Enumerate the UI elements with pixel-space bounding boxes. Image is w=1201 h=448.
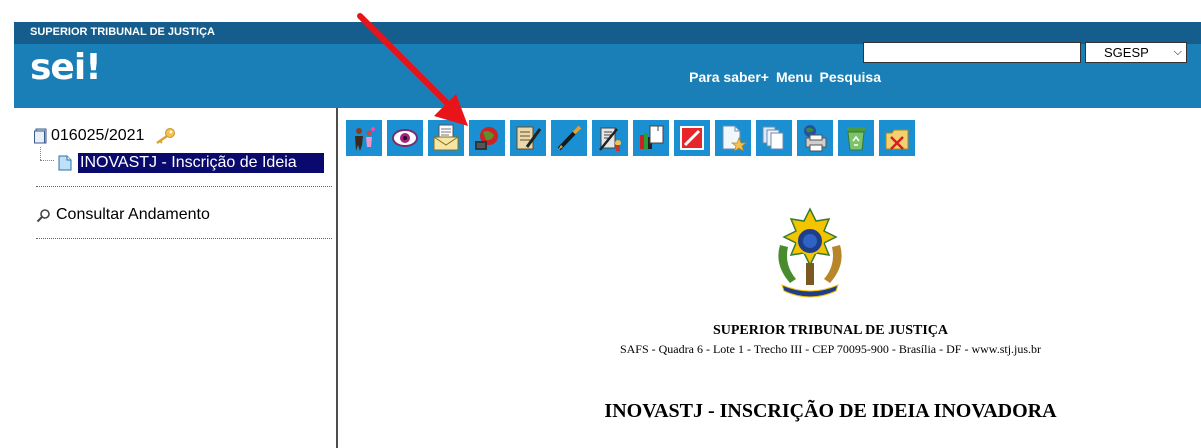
process-number: 016025/2021 (51, 127, 145, 144)
logo-mark: ! (85, 47, 101, 88)
top-strip (0, 0, 1201, 22)
menu-link[interactable]: Menu (776, 69, 813, 85)
divider (36, 238, 332, 239)
document-view: SUPERIOR TRIBUNAL DE JUSTIÇA SAFS - Quad… (340, 160, 1201, 448)
process-folder-icon (34, 128, 47, 144)
document-icon (58, 155, 72, 171)
magnifier-icon (36, 208, 50, 222)
sei-logo[interactable]: sei! (30, 47, 102, 88)
process-node[interactable]: 016025/2021 (34, 127, 178, 145)
copy-icon[interactable] (756, 120, 792, 156)
unit-select-value: SGESP (1104, 45, 1149, 60)
process-toolbar (346, 120, 915, 156)
new-favorite-icon[interactable] (715, 120, 751, 156)
recycle-icon[interactable] (838, 120, 874, 156)
include-block-icon[interactable] (633, 120, 669, 156)
process-tree-sidebar: 016025/2021 INOVASTJ - Inscrição de Idei… (14, 108, 338, 448)
view-icon[interactable] (387, 120, 423, 156)
delete-icon[interactable] (879, 120, 915, 156)
sign-icon[interactable] (551, 120, 587, 156)
document-title: INOVASTJ - INSCRIÇÃO DE IDEIA INOVADORA (604, 400, 1057, 422)
org-bar: SUPERIOR TRIBUNAL DE JUSTIÇA (14, 22, 1201, 44)
consult-progress-link[interactable]: Consultar Andamento (36, 206, 210, 224)
app-header: SUPERIOR TRIBUNAL DE JUSTIÇA sei! Para s… (14, 22, 1201, 108)
authenticate-icon[interactable] (592, 120, 628, 156)
unit-select[interactable]: SGESP ⌵ (1085, 42, 1187, 63)
divider (36, 186, 332, 187)
send-process-icon[interactable] (469, 120, 505, 156)
search-input[interactable] (863, 42, 1081, 63)
header-nav: Para saber+ Menu Pesquisa (689, 69, 881, 85)
key-icon (156, 128, 176, 145)
document-label: INOVASTJ - Inscrição de Ideia (78, 153, 324, 173)
org-name: SUPERIOR TRIBUNAL DE JUSTIÇA (30, 26, 215, 38)
document-node[interactable]: INOVASTJ - Inscrição de Ideia (58, 152, 324, 174)
court-address: SAFS - Quadra 6 - Lote 1 - Trecho III - … (619, 342, 1042, 356)
tree-connector (40, 160, 54, 161)
consult-label: Consultar Andamento (56, 206, 210, 223)
cancel-icon[interactable] (674, 120, 710, 156)
search-link[interactable]: Pesquisa (820, 69, 881, 85)
help-link[interactable]: Para saber+ (689, 69, 769, 85)
tree-connector (40, 147, 41, 160)
send-email-icon[interactable] (428, 120, 464, 156)
chevron-down-icon: ⌵ (1173, 46, 1182, 58)
logo-text: sei (30, 47, 86, 88)
brazil-coat-of-arms-icon (778, 207, 842, 298)
add-participant-icon[interactable] (346, 120, 382, 156)
edit-document-icon[interactable] (510, 120, 546, 156)
print-icon[interactable] (797, 120, 833, 156)
court-title: SUPERIOR TRIBUNAL DE JUSTIÇA (712, 323, 949, 338)
